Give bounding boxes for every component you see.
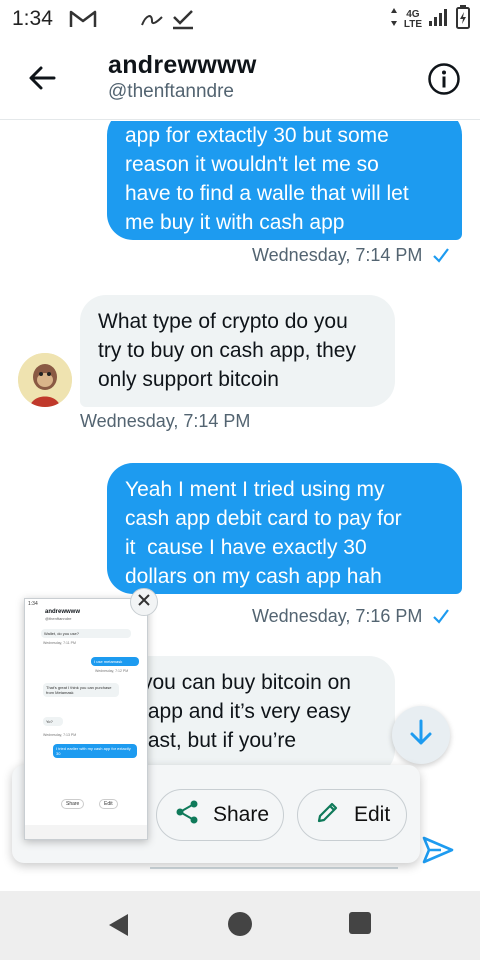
check-icon xyxy=(170,8,196,35)
data-arrows-icon xyxy=(390,7,398,32)
arrow-down-icon xyxy=(408,719,434,752)
network-type: 4G LTE xyxy=(403,8,422,30)
seen-check-icon xyxy=(432,247,450,268)
conversation-title[interactable]: andrewwww xyxy=(108,51,257,80)
battery-icon xyxy=(456,5,470,34)
nav-back-icon[interactable] xyxy=(106,912,130,943)
screenshot-thumbnail[interactable]: 1:34 andrewwww @thenftanndre Wallet, do … xyxy=(24,598,148,840)
close-thumbnail-button[interactable] xyxy=(130,588,158,616)
status-right: 4G LTE xyxy=(390,5,470,34)
gmail-icon xyxy=(68,8,98,35)
cell-signal-icon xyxy=(428,7,450,32)
message-timestamp: Wednesday, 7:16 PM xyxy=(252,606,450,629)
message-timestamp: Wednesday, 7:14 PM xyxy=(80,411,251,431)
pencil-icon xyxy=(316,800,354,830)
nav-home-icon[interactable] xyxy=(228,912,252,936)
seen-check-icon xyxy=(432,608,450,629)
share-icon xyxy=(175,799,213,831)
conversation-header: andrewwww @thenftanndre xyxy=(0,38,480,120)
edit-button[interactable]: Edit xyxy=(297,789,407,841)
scroll-to-bottom-button[interactable] xyxy=(392,706,450,764)
avatar[interactable] xyxy=(18,353,72,407)
composer-underline xyxy=(150,867,398,869)
message-timestamp: Wednesday, 7:14 PM xyxy=(252,245,450,268)
system-nav-bar xyxy=(0,891,480,960)
status-bar: 1:34 4G LTE xyxy=(0,0,480,38)
share-button[interactable]: Share xyxy=(156,789,284,841)
status-time: 1:34 xyxy=(12,7,53,30)
signal-icon xyxy=(140,9,164,34)
send-icon[interactable] xyxy=(421,833,455,867)
conversation-handle: @thenftanndre xyxy=(108,81,234,102)
back-arrow-icon[interactable] xyxy=(26,62,58,94)
message-bubble-incoming[interactable]: What type of crypto do you try to buy on… xyxy=(80,295,395,407)
message-bubble-outgoing[interactable]: app for extactly 30 but some reason it w… xyxy=(107,121,462,240)
info-icon[interactable] xyxy=(427,62,461,96)
close-icon xyxy=(137,593,151,612)
message-bubble-outgoing[interactable]: Yeah I ment I tried using my cash app de… xyxy=(107,463,462,594)
thumbnail-nav-bar xyxy=(25,825,147,839)
nav-recents-icon[interactable] xyxy=(349,912,371,934)
